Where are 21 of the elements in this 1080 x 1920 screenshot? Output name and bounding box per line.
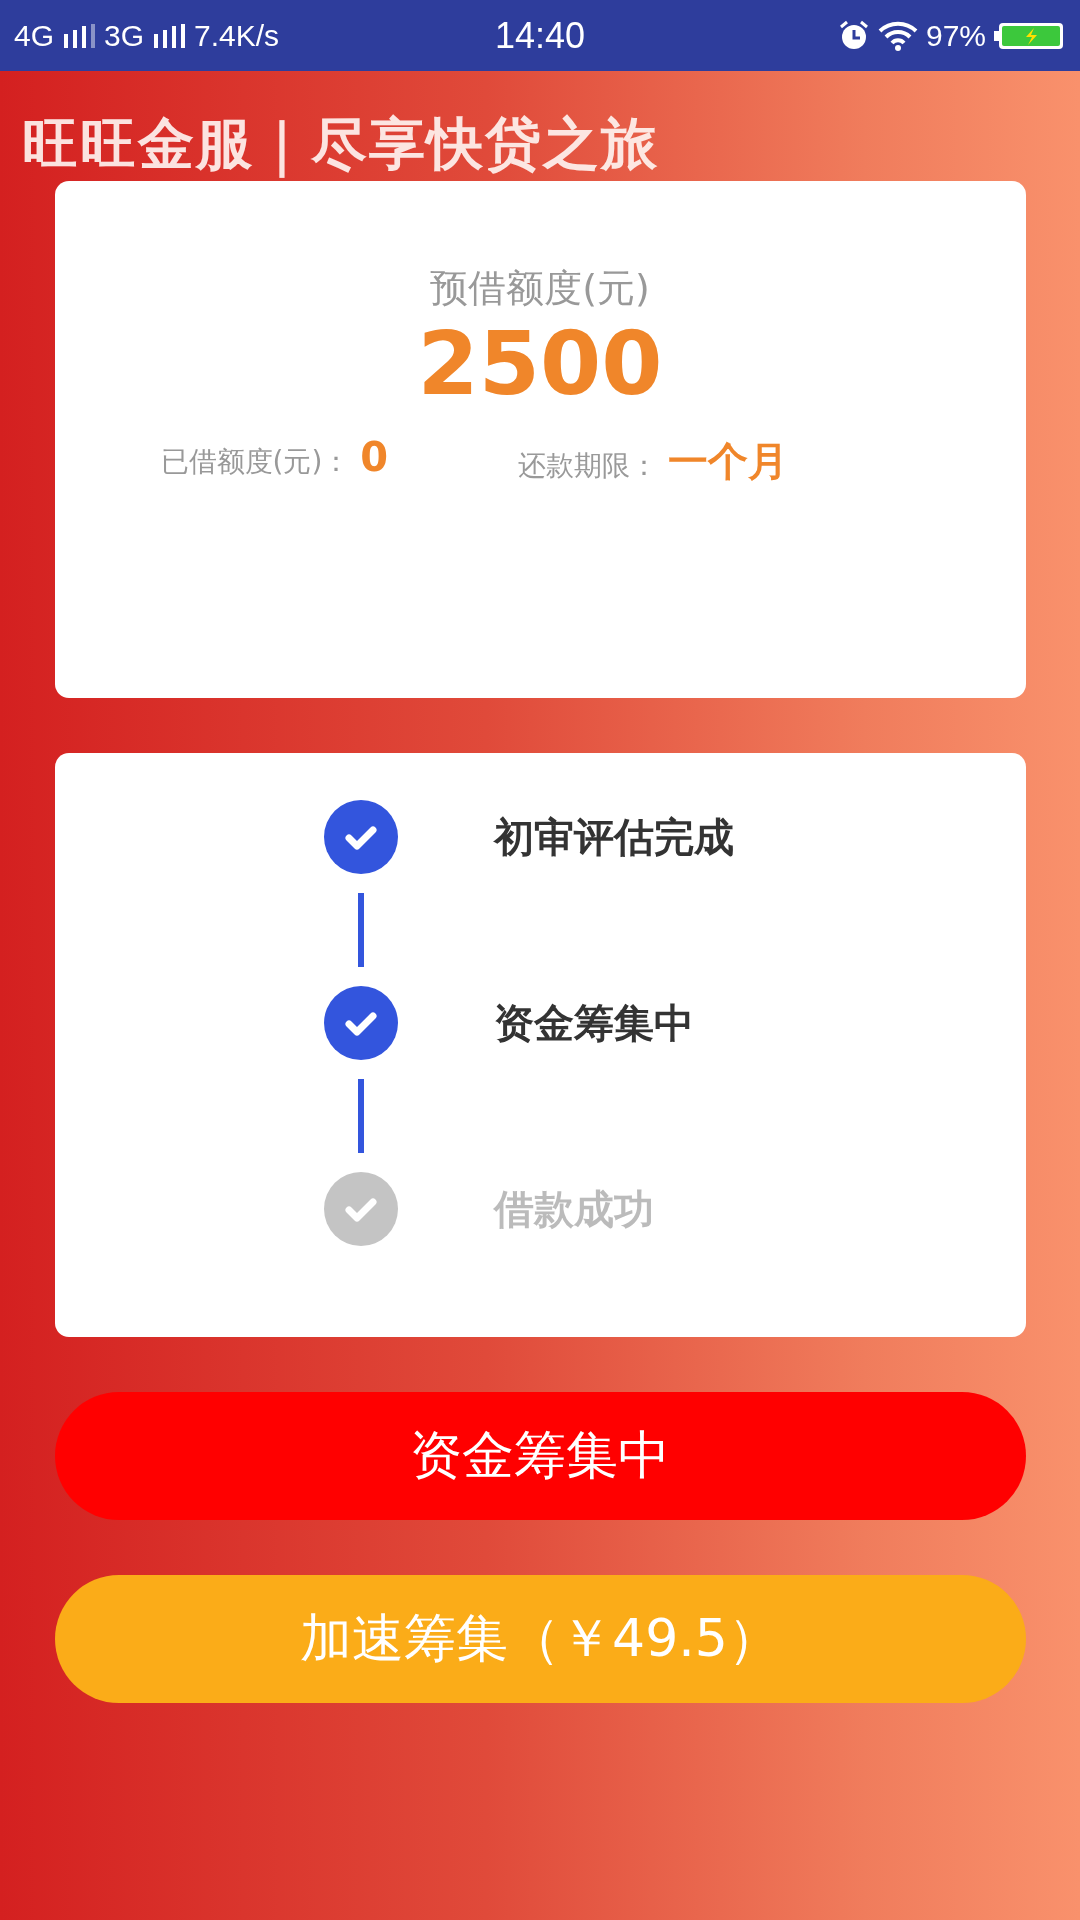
borrowed-label: 已借额度(元)： [160,444,351,480]
borrowed-value: 0 [360,434,389,480]
battery-percent: 97% [925,18,986,53]
network-speed: 7.4K/s [194,18,280,53]
quota-label: 预借额度(元) [430,265,650,312]
clock: 14:40 [493,14,587,57]
alarm-icon [837,19,870,52]
battery-icon [994,20,1066,51]
step-label: 借款成功 [493,1184,654,1234]
step-label: 资金筹集中 [493,998,694,1048]
step-label: 初审评估完成 [493,812,734,862]
network-label: 3G [104,18,145,53]
term-value: 一个月 [668,437,789,486]
signal-icon [152,23,187,48]
term-label: 还款期限： [518,448,659,484]
signal-icon [62,23,97,48]
banner-title: 旺旺金服｜尽享快贷之旅 [22,111,659,176]
status-button[interactable]: 资金筹集中 [54,1392,1026,1520]
quota-amount: 2500 [417,314,663,414]
wifi-icon [877,20,918,51]
network-label: 4G [14,18,55,53]
